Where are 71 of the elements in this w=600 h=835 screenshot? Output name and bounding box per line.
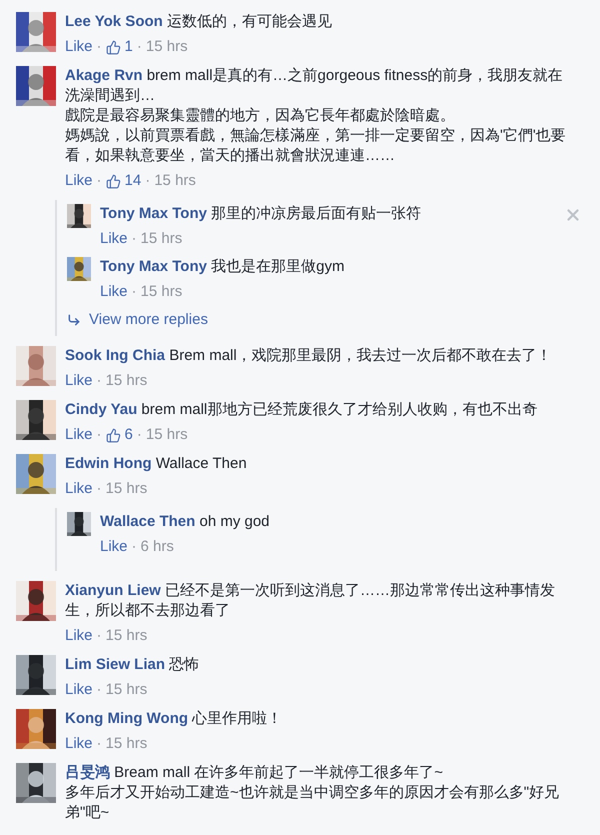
thumbs-up-icon bbox=[106, 428, 121, 442]
comment-text: Lim Siew Lian 恐怖 bbox=[65, 655, 200, 675]
separator-dot: · bbox=[96, 37, 102, 57]
comment-text: 戲院是最容易聚集靈體的地方，因為它長年都處於陰暗處。 bbox=[65, 106, 456, 126]
separator-dot: · bbox=[132, 282, 137, 302]
separator-dot: · bbox=[96, 171, 102, 191]
comment-time: 15 hrs bbox=[146, 425, 188, 445]
thumbs-up-icon bbox=[106, 40, 121, 54]
comment-text: Kong Ming Wong 心里作用啦！ bbox=[65, 709, 284, 729]
author-name-link[interactable]: Kong Ming Wong bbox=[65, 710, 188, 727]
author-name-link[interactable]: 吕旻鸿 bbox=[65, 764, 110, 781]
comment-text: Sook Ing Chia Brem mall，戏院那里最阴，我去过一次后都不敢在去了！ bbox=[65, 346, 553, 366]
author-name-link[interactable]: Xianyun Liew bbox=[65, 582, 161, 599]
like-count: 14 bbox=[124, 171, 142, 191]
comment-text: Lee Yok Soon 运数低的，有可能会遇见 bbox=[65, 12, 333, 32]
comment-time: 6 hrs bbox=[140, 537, 174, 557]
separator-dot: · bbox=[96, 371, 102, 391]
separator-dot: · bbox=[96, 626, 102, 646]
view-more-replies-link[interactable]: View more replies bbox=[67, 310, 208, 330]
comment-text: Wallace Then oh my god bbox=[100, 512, 271, 532]
like-link[interactable]: Like bbox=[100, 282, 128, 302]
author-name-link[interactable]: Edwin Hong bbox=[65, 455, 152, 472]
comment-time: 15 hrs bbox=[106, 479, 148, 499]
separator-dot: · bbox=[96, 680, 102, 700]
comment-time: 15 hrs bbox=[106, 626, 148, 646]
comment-time: 15 hrs bbox=[106, 371, 148, 391]
like-link[interactable]: Like bbox=[65, 626, 93, 646]
comment-text: 多年后才又开始动工建造~也许就是当中调空多年的原因才会有那么多"好兄弟"吧~ bbox=[65, 783, 560, 823]
like-link[interactable]: Like bbox=[65, 425, 93, 445]
like-count: 6 bbox=[124, 425, 133, 445]
separator-dot: · bbox=[136, 37, 142, 57]
comment-time: 15 hrs bbox=[106, 680, 148, 700]
separator-dot: · bbox=[96, 479, 102, 499]
separator-dot: · bbox=[145, 171, 150, 191]
like-link[interactable]: Like bbox=[100, 537, 128, 557]
author-name-link[interactable]: Cindy Yau bbox=[65, 401, 138, 418]
like-count: 1 bbox=[124, 37, 133, 57]
separator-dot: · bbox=[132, 537, 137, 557]
comment-text: Edwin Hong Wallace Then bbox=[65, 454, 248, 474]
comment-text: 媽媽說，以前買票看戲，無論怎樣滿座，第一排一定要留空，因為'它們'也要看，如果執意要坐，當天的播出就會狀況連連…… bbox=[65, 126, 567, 166]
comment-time: 15 hrs bbox=[140, 282, 182, 302]
like-link[interactable]: Like bbox=[65, 37, 93, 57]
separator-dot: · bbox=[96, 734, 102, 754]
comment-time: 15 hrs bbox=[146, 37, 188, 57]
comment-text: Xianyun Liew 已经不是第一次听到这消息了……那边常常传出这种事情发生，所以都不去那边看了 bbox=[65, 581, 556, 621]
like-link[interactable]: Like bbox=[65, 734, 93, 754]
author-name-link[interactable]: Lim Siew Lian bbox=[65, 656, 166, 673]
comment-text: Tony Max Tony 那里的冲凉房最后面有贴一张符 bbox=[100, 204, 422, 224]
comment-time: 15 hrs bbox=[106, 734, 148, 754]
author-name-link[interactable]: Sook Ing Chia bbox=[65, 347, 166, 364]
comment-text: 吕旻鸿 Bream mall 在许多年前起了一半就停工很多年了~ bbox=[65, 763, 444, 783]
like-link[interactable]: Like bbox=[100, 229, 128, 249]
reply-arrow-icon bbox=[67, 313, 81, 327]
separator-dot: · bbox=[96, 425, 102, 445]
separator-dot: · bbox=[132, 229, 137, 249]
like-link[interactable]: Like bbox=[65, 479, 93, 499]
comment-text: Tony Max Tony 我也是在那里做gym bbox=[100, 257, 346, 277]
author-name-link[interactable]: Tony Max Tony bbox=[100, 258, 207, 275]
author-name-link[interactable]: Lee Yok Soon bbox=[65, 13, 163, 30]
author-name-link[interactable]: Wallace Then bbox=[100, 513, 196, 530]
like-link[interactable]: Like bbox=[65, 680, 93, 700]
like-link[interactable]: Like bbox=[65, 371, 93, 391]
thumbs-up-icon bbox=[106, 174, 121, 188]
comment-text: Akage Rvn brem mall是真的有…之前gorgeous fitness的前身，我朋友就在洗澡間遇到… bbox=[65, 66, 564, 106]
author-name-link[interactable]: Akage Rvn bbox=[65, 67, 143, 84]
separator-dot: · bbox=[136, 425, 142, 445]
author-name-link[interactable]: Tony Max Tony bbox=[100, 205, 207, 222]
comment-time: 15 hrs bbox=[140, 229, 182, 249]
comment-time: 15 hrs bbox=[154, 171, 196, 191]
comment-text: Cindy Yau brem mall那地方已经荒废很久了才给别人收购，有也不出奇 bbox=[65, 400, 538, 420]
like-link[interactable]: Like bbox=[65, 171, 93, 191]
